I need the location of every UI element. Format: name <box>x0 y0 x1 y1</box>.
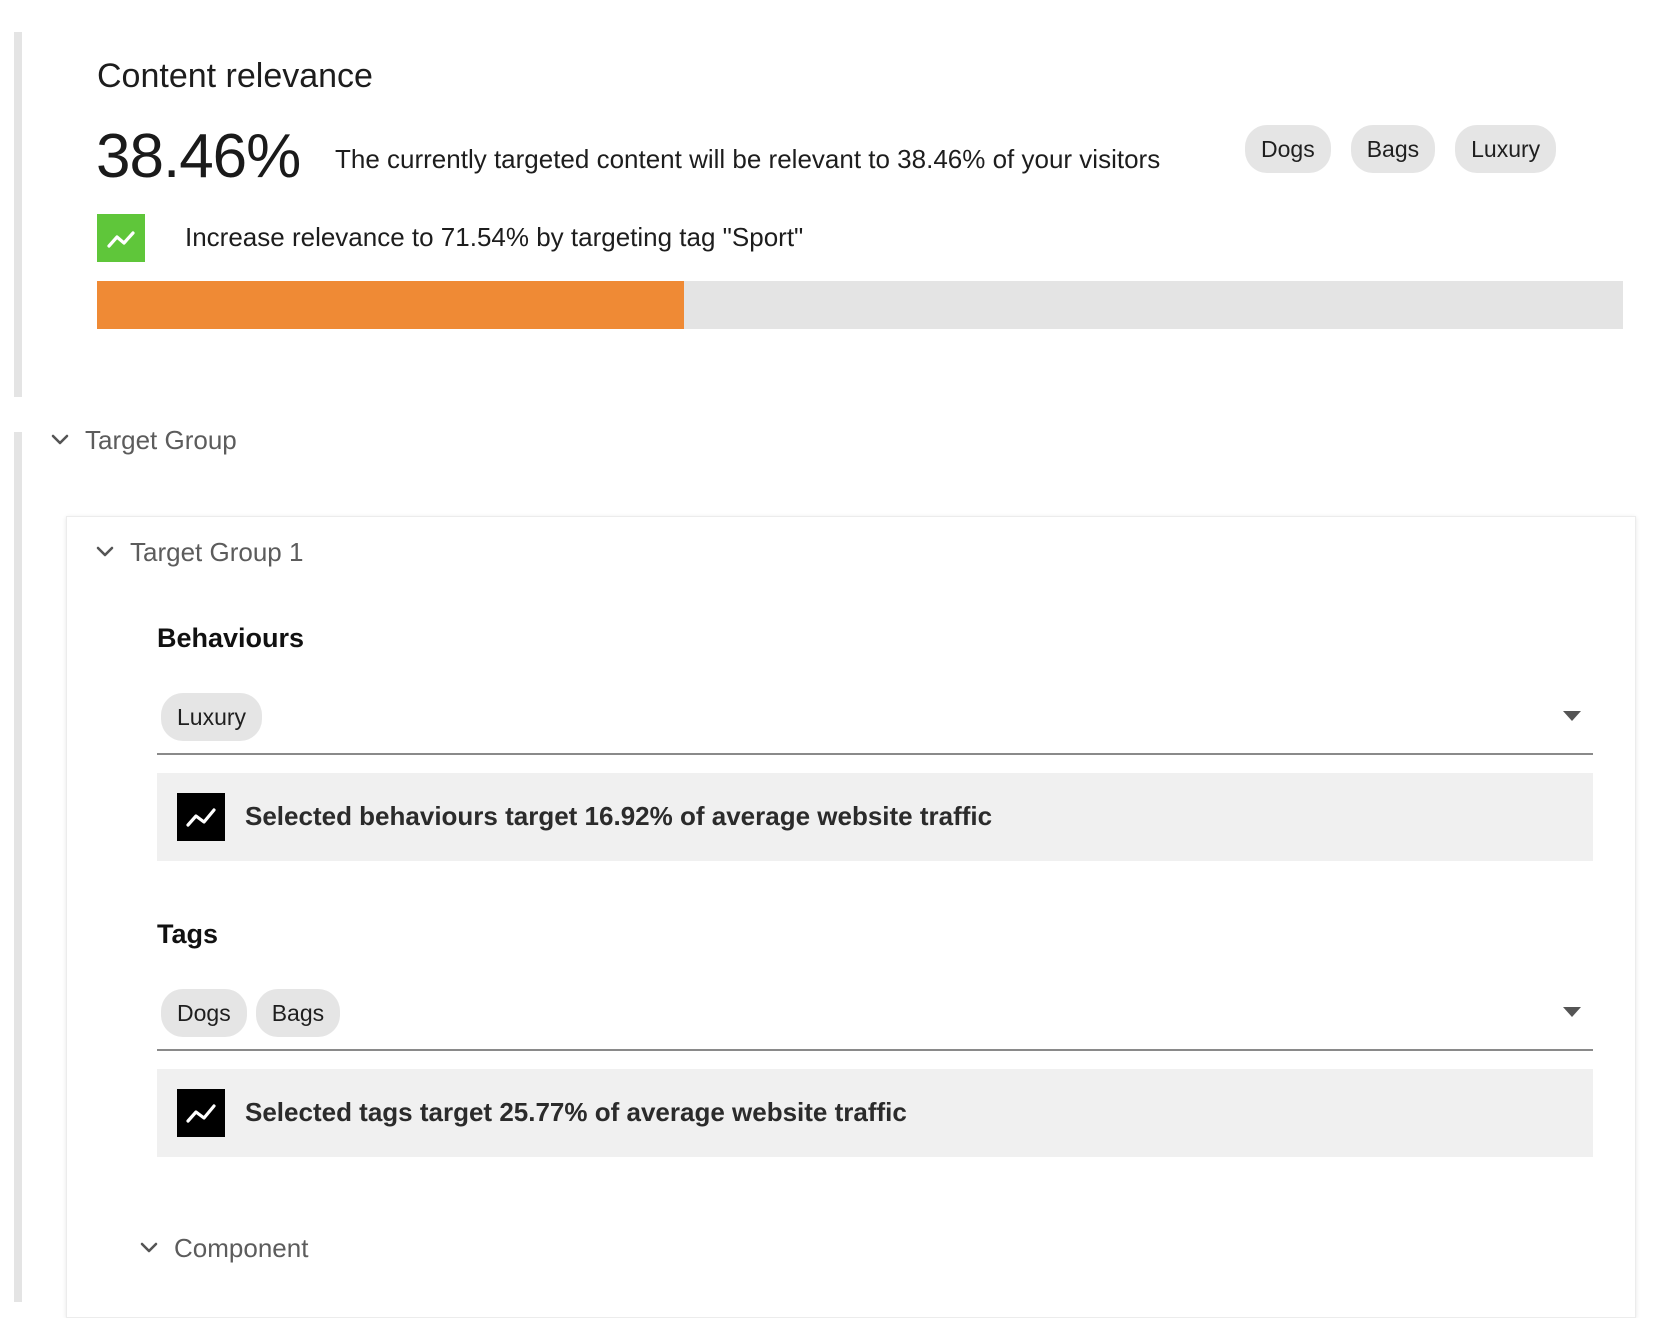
relevance-tag-chip: Luxury <box>1455 125 1557 173</box>
tag-chip[interactable]: Dogs <box>161 989 247 1037</box>
behaviours-heading: Behaviours <box>157 623 305 653</box>
behaviour-chip[interactable]: Luxury <box>161 693 263 741</box>
component-toggle[interactable]: Component <box>137 1231 308 1265</box>
dropdown-arrow-icon[interactable] <box>1563 711 1581 721</box>
relevance-description: The currently targeted content will be r… <box>335 144 1161 174</box>
tag-chip[interactable]: Bags <box>255 989 341 1037</box>
tags-info-text: Selected tags target 25.77% of average w… <box>245 1097 907 1127</box>
target-group-label: Target Group <box>85 425 237 455</box>
relevance-tag-list: Dogs Bags Luxury <box>1245 125 1557 173</box>
content-relevance-title: Content relevance <box>97 57 373 95</box>
behaviours-select[interactable]: Luxury <box>157 691 1593 755</box>
content-relevance-panel: Content relevance 38.46% The currently t… <box>14 32 1624 397</box>
target-group-1-toggle[interactable]: Target Group 1 <box>93 535 303 569</box>
relevance-progress-fill <box>97 281 684 329</box>
trending-up-icon <box>97 214 145 262</box>
relevance-tag-chip: Dogs <box>1245 125 1331 173</box>
tags-info-box: Selected tags target 25.77% of average w… <box>157 1069 1593 1157</box>
relevance-tag-chip: Bags <box>1350 125 1436 173</box>
behaviours-info-text: Selected behaviours target 16.92% of ave… <box>245 801 993 831</box>
trending-up-icon <box>177 1089 225 1137</box>
tags-heading: Tags <box>157 919 219 949</box>
tags-select[interactable]: Dogs Bags <box>157 987 1593 1051</box>
target-group-1-label: Target Group 1 <box>130 537 304 567</box>
relevance-progress-bar <box>97 281 1623 329</box>
component-label: Component <box>174 1233 309 1263</box>
relevance-percentage: 38.46% <box>96 122 301 191</box>
chevron-down-icon <box>96 546 114 557</box>
dropdown-arrow-icon[interactable] <box>1563 1007 1581 1017</box>
chevron-down-icon <box>51 434 69 445</box>
target-group-panel: Target Group Target Group 1 Behaviours L… <box>14 425 1654 1318</box>
target-group-card: Target Group 1 Behaviours Luxury Selecte… <box>66 516 1636 1318</box>
target-group-toggle[interactable]: Target Group <box>48 423 237 457</box>
chevron-down-icon <box>140 1242 158 1253</box>
increase-relevance-text: Increase relevance to 71.54% by targetin… <box>185 222 804 252</box>
trending-up-icon <box>177 793 225 841</box>
behaviours-info-box: Selected behaviours target 16.92% of ave… <box>157 773 1593 861</box>
increase-relevance-suggestion: Increase relevance to 71.54% by targetin… <box>97 214 1297 262</box>
